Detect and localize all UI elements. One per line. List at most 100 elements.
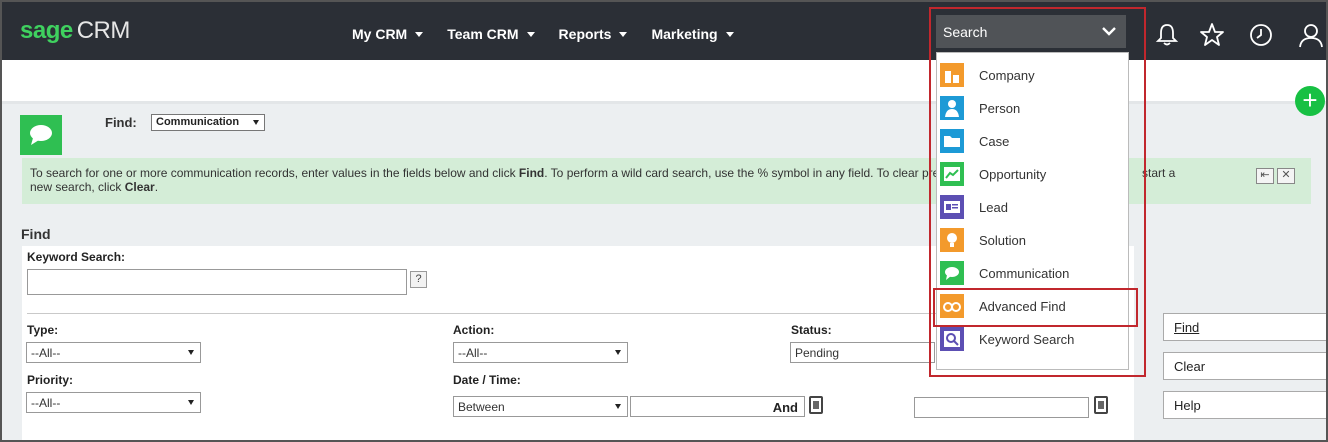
keyword-search-icon <box>940 327 964 351</box>
solution-bulb-icon <box>940 228 964 252</box>
caret-down-icon <box>725 31 734 37</box>
info-text-part: . To perform a wild card search, use the… <box>544 166 940 180</box>
caret-down-icon <box>415 31 424 37</box>
person-icon <box>940 96 964 120</box>
lead-card-icon <box>940 195 964 219</box>
chevron-down-icon <box>1102 27 1116 36</box>
status-select[interactable]: Pending <box>790 342 935 363</box>
info-text-part: new search, click <box>30 180 125 194</box>
caret-down-icon <box>619 31 628 37</box>
search-option-label: Communication <box>979 265 1070 281</box>
status-label: Status: <box>791 323 832 337</box>
info-text-part: To search for one or more communication … <box>30 166 519 180</box>
case-folder-icon <box>940 129 964 153</box>
caret-down-icon <box>615 404 621 409</box>
caret-down-icon <box>253 120 259 125</box>
search-option-person[interactable]: Person <box>940 95 1128 121</box>
logo-brand: sage <box>20 17 73 44</box>
priority-select-value: --All-- <box>31 396 61 410</box>
find-entity-select[interactable]: Communication <box>151 114 265 131</box>
add-new-plus-icon[interactable]: + <box>1295 86 1325 116</box>
datetime-mode-value: Between <box>458 400 505 414</box>
search-option-label: Solution <box>979 232 1026 248</box>
sage-crm-logo[interactable]: sage CRM <box>20 18 130 44</box>
find-section-heading: Find <box>21 226 51 242</box>
search-option-opportunity[interactable]: Opportunity <box>940 161 1128 187</box>
binoculars-icon <box>940 294 964 318</box>
action-select-value: --All-- <box>458 346 488 360</box>
opportunity-chart-icon <box>940 162 964 186</box>
search-option-solution[interactable]: Solution <box>940 227 1128 253</box>
caret-down-icon <box>615 350 621 355</box>
collapse-info-icon[interactable]: ⇤ <box>1256 168 1274 184</box>
search-option-case[interactable]: Case <box>940 128 1128 154</box>
communication-entity-icon <box>20 115 62 155</box>
type-label: Type: <box>27 323 59 337</box>
main-nav: My CRM Team CRM Reports Marketing <box>352 26 758 42</box>
logo-product: CRM <box>76 17 131 44</box>
caret-down-icon <box>188 400 194 405</box>
search-option-label: Advanced Find <box>979 298 1066 314</box>
info-bold-clear: Clear <box>124 180 155 194</box>
nav-my-crm-label: My CRM <box>352 26 408 42</box>
nav-team-crm[interactable]: Team CRM <box>447 26 535 42</box>
priority-label: Priority: <box>27 373 74 387</box>
nav-marketing[interactable]: Marketing <box>651 26 734 42</box>
search-option-keyword-search[interactable]: Keyword Search <box>940 326 1128 352</box>
calendar-to-icon[interactable] <box>1094 396 1108 414</box>
keyword-search-input[interactable] <box>27 269 407 295</box>
search-option-advanced-find[interactable]: Advanced Find <box>940 293 1128 319</box>
datetime-mode-select[interactable]: Between <box>453 396 628 417</box>
datetime-label: Date / Time: <box>453 373 521 387</box>
date-to-input[interactable] <box>914 397 1089 418</box>
company-icon <box>940 63 964 87</box>
find-label: Find: <box>105 115 137 130</box>
status-select-value: Pending <box>795 346 840 360</box>
find-button[interactable]: Find <box>1163 313 1328 341</box>
user-profile-icon[interactable] <box>1298 22 1324 48</box>
nav-my-crm[interactable]: My CRM <box>352 26 424 42</box>
search-type-select[interactable]: Search <box>936 15 1126 48</box>
type-select[interactable]: --All-- <box>26 342 201 363</box>
nav-reports[interactable]: Reports <box>559 26 628 42</box>
communication-bubble-icon <box>940 261 964 285</box>
search-option-label: Keyword Search <box>979 331 1075 347</box>
calendar-from-icon[interactable] <box>809 396 823 414</box>
recent-clock-icon[interactable] <box>1248 22 1274 48</box>
type-select-value: --All-- <box>31 346 61 360</box>
info-text-part: start a <box>1142 166 1176 180</box>
action-label: Action: <box>453 323 495 337</box>
help-button-label: Help <box>1174 398 1201 413</box>
keyword-search-label: Keyword Search: <box>27 250 126 264</box>
caret-down-icon <box>188 350 194 355</box>
search-option-label: Company <box>979 67 1035 83</box>
clear-button[interactable]: Clear <box>1163 352 1328 380</box>
date-from-input[interactable]: And <box>630 396 805 417</box>
search-option-label: Lead <box>979 199 1008 215</box>
search-select-label: Search <box>943 24 988 40</box>
search-option-company[interactable]: Company <box>940 62 1128 88</box>
priority-select[interactable]: --All-- <box>26 392 201 413</box>
nav-marketing-label: Marketing <box>651 26 718 42</box>
find-button-label: Find <box>1174 320 1200 335</box>
search-option-label: Case <box>979 133 1010 149</box>
nav-reports-label: Reports <box>558 26 612 42</box>
notifications-bell-icon[interactable] <box>1154 22 1180 48</box>
clear-button-label: Clear <box>1174 359 1206 374</box>
and-label: And <box>772 400 798 415</box>
info-bold-find: Find <box>518 166 545 180</box>
search-option-lead[interactable]: Lead <box>940 194 1128 220</box>
keyword-help-icon[interactable]: ? <box>410 271 427 288</box>
search-option-communication[interactable]: Communication <box>940 260 1128 286</box>
find-entity-value: Communication <box>156 116 240 128</box>
caret-down-icon <box>526 31 535 37</box>
info-text-part: . <box>154 180 159 194</box>
help-button[interactable]: Help <box>1163 391 1328 419</box>
favorites-star-icon[interactable] <box>1199 22 1225 48</box>
action-select[interactable]: --All-- <box>453 342 628 363</box>
search-option-label: Opportunity <box>979 166 1047 182</box>
search-option-label: Person <box>979 100 1021 116</box>
search-dropdown-menu: Company Person Case Opportunity Lead Sol… <box>936 52 1129 370</box>
close-info-icon[interactable]: ✕ <box>1277 168 1295 184</box>
nav-team-crm-label: Team CRM <box>447 26 519 42</box>
